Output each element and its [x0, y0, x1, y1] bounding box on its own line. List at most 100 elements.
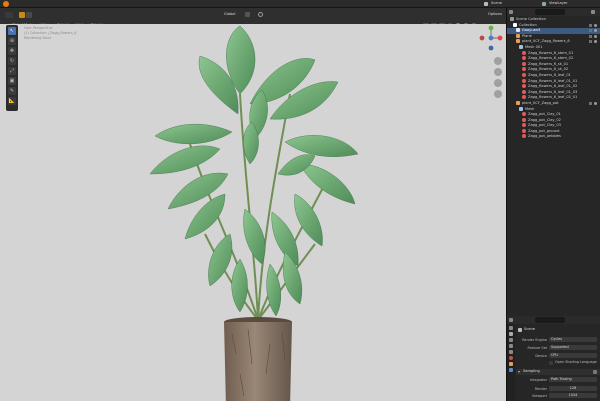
material-icon: [522, 123, 526, 128]
feature-set-dropdown[interactable]: Supported: [549, 345, 597, 350]
outliner-header: [507, 8, 600, 16]
scene-icon: [484, 2, 488, 6]
properties-search-input[interactable]: [535, 317, 565, 323]
proportional-edit-icon[interactable]: [258, 12, 263, 17]
rotate-tool-icon[interactable]: ↻: [8, 57, 16, 65]
feature-set-label: Feature Set: [527, 346, 547, 350]
render-camera-icon[interactable]: [589, 101, 592, 105]
render-camera-icon[interactable]: [589, 23, 592, 27]
device-dropdown[interactable]: CPU: [549, 353, 597, 358]
transform-tool-icon[interactable]: ▣: [8, 77, 16, 85]
object-tab-icon[interactable]: [509, 362, 513, 366]
sampling-title: Sampling: [523, 369, 540, 373]
material-icon: [522, 112, 526, 117]
sampling-panel-header[interactable]: ▾ Sampling: [516, 369, 600, 375]
cursor-tool-icon[interactable]: ⊕: [8, 37, 16, 45]
output-tab-icon[interactable]: [509, 338, 513, 342]
select-tool-icon[interactable]: ↖: [8, 27, 16, 35]
camera-icon: [516, 28, 520, 33]
outliner-search-input[interactable]: [535, 9, 565, 15]
material-icon: [522, 61, 526, 66]
transform-orientation-dropdown[interactable]: Global: [224, 12, 235, 16]
scene-selector[interactable]: Scene: [491, 1, 502, 5]
move-tool-icon[interactable]: ✥: [8, 47, 16, 55]
material-icon: [522, 78, 526, 83]
presets-icon[interactable]: [593, 370, 597, 374]
material-icon: [522, 89, 526, 94]
outliner-row-label: Zagg_flowers_6_leaf_02_01: [528, 95, 578, 100]
measure-tool-icon[interactable]: 📐: [8, 97, 16, 105]
viewport-header: Object Mode View Select Add Object Globa…: [0, 8, 506, 29]
snap-icon[interactable]: [245, 12, 250, 17]
render-engine-dropdown[interactable]: Cycles: [549, 337, 597, 342]
annotate-tool-icon[interactable]: ✎: [8, 87, 16, 95]
outliner-row-label: Zagg_flowers_6_sk_01: [528, 61, 569, 66]
outliner-row-label: Mesh 001: [525, 44, 543, 49]
outliner-row-label: Collection: [519, 22, 537, 27]
visibility-eye-icon[interactable]: [594, 29, 597, 33]
outliner-row-label: Zagg_flowers_6_sk_02: [528, 67, 569, 72]
outliner-row-label: Gaoyuan5: [522, 28, 541, 33]
chevron-down-icon: ▾: [518, 369, 521, 374]
outliner-row-label: Zagg_flowers_6_leaf_01_03: [528, 89, 578, 94]
visibility-eye-icon[interactable]: [594, 101, 597, 105]
visibility-eye-icon[interactable]: [594, 34, 597, 38]
3d-viewport[interactable]: User Perspective (1) Collection | Zagg_f…: [0, 24, 506, 401]
visibility-eye-icon[interactable]: [594, 23, 597, 27]
options-dropdown[interactable]: Options: [488, 12, 502, 16]
render-camera-icon[interactable]: [589, 29, 592, 33]
filter-icon[interactable]: [591, 10, 595, 14]
outliner-row-label: plant_0CF_Zagg_flowers_6: [522, 39, 570, 44]
outliner-row-label: Zagg_flowers_6_stem_01: [528, 50, 574, 55]
outliner-row-label: Zagg_pot_Clay_03: [528, 123, 561, 128]
modifier-tab-icon[interactable]: [509, 368, 513, 372]
material-icon: [522, 117, 526, 122]
outliner-row-label: Zagg_pot_ground: [528, 128, 560, 133]
view-layer-selector[interactable]: ViewLayer: [549, 1, 568, 5]
blender-logo-icon[interactable]: [3, 1, 9, 7]
osl-checkbox[interactable]: [549, 361, 553, 365]
view-layer-tab-icon[interactable]: [509, 344, 513, 348]
render-tab-icon[interactable]: [509, 332, 513, 336]
select-mode-icon[interactable]: [19, 12, 25, 18]
outliner-row-label: Plane: [522, 33, 532, 38]
render-samples-field[interactable]: 128: [549, 386, 597, 391]
integrator-dropdown[interactable]: Path Tracing: [549, 377, 597, 382]
material-icon: [522, 56, 526, 61]
select-box-icon[interactable]: [26, 12, 32, 18]
render-samples-label: Render: [534, 387, 547, 391]
editor-type-button[interactable]: [5, 12, 13, 18]
viewport-samples-field[interactable]: 1024: [549, 393, 597, 398]
render-camera-icon[interactable]: [589, 34, 592, 38]
properties-context-icon: [518, 328, 522, 332]
render-engine-label: Render Engine: [522, 338, 547, 342]
scale-tool-icon[interactable]: ⤢: [8, 67, 16, 75]
integrator-label: Integrator: [530, 378, 547, 382]
world-tab-icon[interactable]: [509, 356, 513, 360]
properties-tabs: [507, 324, 515, 401]
collection-icon: [513, 22, 517, 27]
properties-editor-icon[interactable]: [509, 318, 513, 322]
outliner-editor-icon[interactable]: [509, 10, 513, 14]
mesh-icon: [519, 106, 523, 111]
outliner-row[interactable]: Zagg_pot_pebbles: [507, 134, 600, 140]
render-camera-icon[interactable]: [589, 40, 592, 44]
mesh-icon: [516, 33, 520, 38]
outliner-row-label: Zagg_flowers_6_leaf_01: [528, 72, 571, 77]
outliner-tree: Collection Gaoyuan5 Plane plant_0CF_Zagg_fl…: [507, 22, 600, 140]
tool-tab-icon[interactable]: [509, 326, 513, 330]
scene-tab-icon[interactable]: [509, 350, 513, 354]
viewport-samples-label: Viewport: [532, 394, 547, 398]
outliner-row-label: Zagg_pot_Clay_02: [528, 117, 561, 122]
osl-label: Open Shading Language: [555, 360, 597, 364]
material-icon: [522, 95, 526, 100]
material-icon: [522, 50, 526, 55]
material-icon: [522, 67, 526, 72]
outliner-row-label: Mesh: [525, 106, 535, 111]
outliner: Scene Collection Collection Gaoyuan5 Plane…: [507, 17, 600, 140]
scene-collection-label: Scene Collection: [516, 17, 546, 21]
visibility-eye-icon[interactable]: [594, 40, 597, 44]
material-icon: [522, 84, 526, 89]
device-label: Device: [535, 354, 547, 358]
outliner-row-label: Zagg_pot_pebbles: [528, 134, 561, 139]
